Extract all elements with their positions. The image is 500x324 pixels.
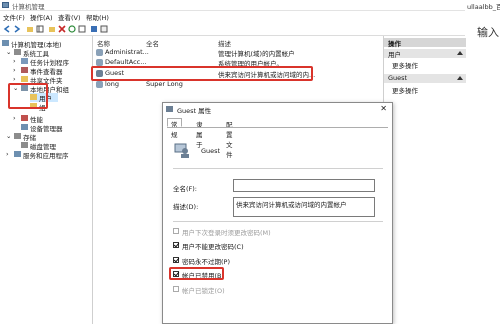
password-never-expires-label: 密码永不过期(P) <box>182 258 230 266</box>
window-title: 计算机管理 <box>12 3 45 11</box>
user-icon <box>166 106 173 112</box>
collapse-arrow-icon[interactable]: › <box>13 114 16 122</box>
device-manager-icon <box>21 124 28 130</box>
collapse-arrow-icon[interactable]: › <box>13 75 16 83</box>
properties-icon[interactable] <box>100 25 108 33</box>
more-actions-users[interactable]: 更多操作 <box>392 60 418 70</box>
column-description[interactable]: 描述 <box>218 38 231 48</box>
toolbar <box>0 22 465 36</box>
collapse-arrow-icon[interactable]: › <box>13 57 16 65</box>
fullname-label: 全名(F): <box>173 185 198 193</box>
table-row[interactable]: long Super Long <box>93 80 383 89</box>
tab-divider <box>167 127 388 128</box>
up-folder-icon[interactable] <box>26 25 34 33</box>
actions-section-users[interactable]: 用户 <box>384 49 466 59</box>
tools-icon <box>14 49 21 55</box>
tab-general[interactable]: 常规 <box>167 118 182 139</box>
help-icon[interactable] <box>90 25 98 33</box>
collapse-arrow-icon[interactable]: › <box>6 150 9 158</box>
back-icon[interactable] <box>3 25 11 33</box>
actions-section-guest[interactable]: Guest <box>384 74 466 83</box>
show-tree-icon[interactable] <box>36 25 44 33</box>
refresh-icon[interactable] <box>68 25 76 33</box>
storage-icon <box>14 133 21 139</box>
section-label: 用户 <box>388 51 401 59</box>
dialog-title: Guest 属性 <box>177 107 212 115</box>
table-row[interactable]: Administrat... 管理计算机(域)的内置帐户 <box>93 48 383 58</box>
cannot-change-password-label: 用户不能更改密码(C) <box>182 243 244 251</box>
user-computer-icon <box>174 143 189 158</box>
folder-icon[interactable] <box>48 25 56 33</box>
row-name: DefaultAcc... <box>105 58 147 66</box>
tab-member-of[interactable]: 隶属于 <box>192 118 207 149</box>
expand-arrow-icon[interactable]: ⌄ <box>6 132 11 140</box>
cannot-change-password-checkbox[interactable] <box>173 242 179 248</box>
navigation-tree: 计算机管理(本地) ⌄ 系统工具 › 任务计划程序 › 事件查看器 › 共享文件… <box>0 36 93 324</box>
highlight-box <box>8 83 48 109</box>
highlight-box <box>91 66 313 81</box>
menu-help[interactable]: 帮助(H) <box>86 12 109 22</box>
computer-management-icon <box>2 2 9 8</box>
expand-arrow-icon[interactable]: ⌄ <box>6 48 11 56</box>
delete-icon[interactable] <box>58 25 66 33</box>
user-icon <box>96 59 103 66</box>
disk-icon <box>21 142 28 148</box>
username-label: Guest <box>201 147 221 155</box>
menu-action[interactable]: 操作(A) <box>30 12 53 22</box>
tab-profile[interactable]: 配置文件 <box>222 118 237 159</box>
more-actions-guest[interactable]: 更多操作 <box>392 85 418 95</box>
description-label: 描述(D): <box>173 203 199 211</box>
computer-icon <box>2 40 9 46</box>
background-char: 输入 <box>477 26 499 39</box>
actions-header: 操作 <box>384 38 466 48</box>
must-change-password-checkbox[interactable] <box>173 228 179 234</box>
section-label: Guest <box>388 74 408 82</box>
account-locked-label: 帐户已锁定(O) <box>182 287 225 295</box>
collapse-caret-icon[interactable] <box>457 76 463 80</box>
column-fullname[interactable]: 全名 <box>146 38 159 48</box>
background-window-fragment: ullaalbb_百 输入 <box>465 0 500 60</box>
actions-header-label: 操作 <box>388 40 401 48</box>
actions-pane: 操作 用户 更多操作 Guest 更多操作 <box>383 36 466 324</box>
collapse-arrow-icon[interactable]: › <box>13 66 16 74</box>
menu-view[interactable]: 查看(V) <box>58 12 81 22</box>
dialog-title-bar: Guest 属性 ✕ <box>163 103 392 115</box>
collapse-caret-icon[interactable] <box>457 51 463 55</box>
export-icon[interactable] <box>78 25 86 33</box>
event-viewer-icon <box>21 67 28 73</box>
must-change-password-label: 用户下次登录时须更改密码(M) <box>182 229 271 237</box>
column-name[interactable]: 名称 <box>97 38 110 48</box>
forward-icon[interactable] <box>13 25 21 33</box>
menu-file[interactable]: 文件(F) <box>3 12 25 22</box>
row-name: long <box>105 80 120 88</box>
title-bar: 计算机管理 <box>0 0 500 11</box>
tree-services[interactable]: 服务和应用程序 <box>23 150 69 160</box>
performance-icon <box>21 115 28 121</box>
background-snippet: ullaalbb_百 <box>467 3 500 11</box>
row-name: Administrat... <box>105 48 149 56</box>
separator <box>173 221 383 222</box>
shared-folder-icon <box>21 76 28 82</box>
close-icon[interactable]: ✕ <box>380 104 387 113</box>
row-fullname: Super Long <box>146 80 183 88</box>
user-icon <box>96 81 103 88</box>
highlight-box <box>169 267 224 280</box>
description-field[interactable]: 供来宾访问计算机或访问域的内置帐户 <box>233 197 375 217</box>
guest-properties-dialog: Guest 属性 ✕ 常规 隶属于 配置文件 Guest 全名(F): 描述(D… <box>162 102 393 324</box>
clock-icon <box>21 58 28 64</box>
password-never-expires-checkbox[interactable] <box>173 257 179 263</box>
user-icon <box>96 49 103 56</box>
fullname-field[interactable] <box>233 179 375 192</box>
separator <box>173 168 383 169</box>
row-description: 管理计算机(域)的内置帐户 <box>218 50 295 58</box>
services-icon <box>14 151 21 157</box>
menu-bar: 文件(F) 操作(A) 查看(V) 帮助(H) <box>0 11 465 22</box>
account-locked-checkbox[interactable] <box>173 286 179 292</box>
